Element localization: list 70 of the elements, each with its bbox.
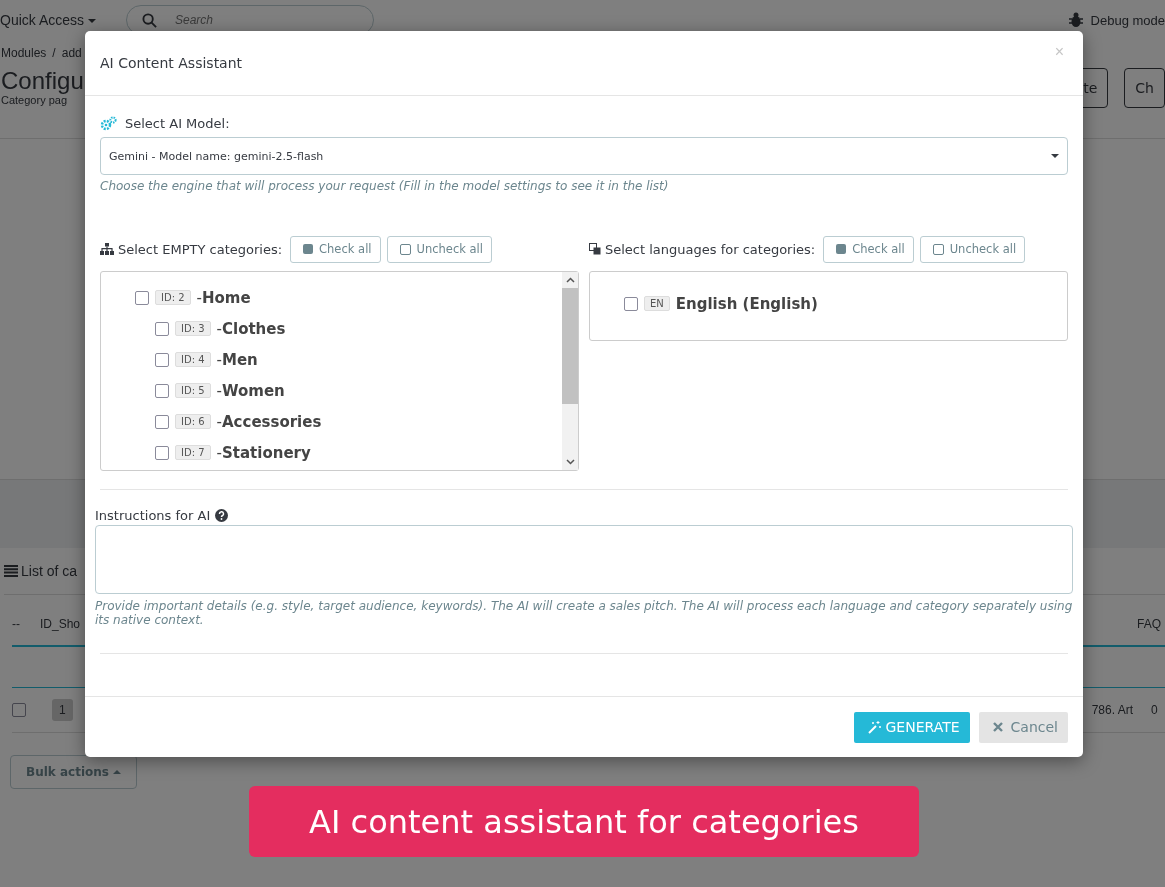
translate-icon xyxy=(589,243,601,255)
bulk-actions-button[interactable]: Bulk actions xyxy=(10,755,138,789)
checkbox[interactable] xyxy=(624,296,638,311)
column-header: -- xyxy=(12,617,21,631)
category-name[interactable]: -Men xyxy=(216,350,258,369)
help-text: Choose the engine that will process your request (Fill in the model settings to see it in the list) xyxy=(100,179,670,193)
page-title: Configu xyxy=(1,68,84,94)
checkbox[interactable] xyxy=(12,703,26,717)
scroll-up-icon[interactable] xyxy=(565,277,575,283)
checkbox[interactable] xyxy=(155,445,169,460)
category-name[interactable]: -Home xyxy=(196,288,251,307)
checkbox[interactable] xyxy=(135,290,149,305)
id-tag: ID: 6 xyxy=(175,414,211,429)
page-subtitle: Category pag xyxy=(1,94,69,106)
promo-banner: AI content assistant for categories xyxy=(249,786,919,857)
checkbox[interactable] xyxy=(155,321,169,336)
category-name[interactable]: -Stationery xyxy=(216,443,311,462)
id-tag: ID: 2 xyxy=(155,290,191,305)
field-label: Select EMPTY categories: xyxy=(118,241,283,257)
empty-box-icon xyxy=(932,243,944,255)
uncheck-all-button[interactable]: Uncheck all xyxy=(386,235,492,263)
column-header: ID_Sho xyxy=(40,617,81,631)
id-badge: 1 xyxy=(52,699,73,721)
instructions-field[interactable] xyxy=(95,525,1073,594)
magic-wand-icon xyxy=(867,720,881,734)
id-tag: ID: 4 xyxy=(175,352,211,367)
scroll-down-icon[interactable] xyxy=(565,459,575,465)
check-all-button[interactable]: Check all xyxy=(823,235,914,263)
help-icon xyxy=(215,509,229,522)
field-label: Select AI Model: xyxy=(125,116,230,131)
table-cell-text: 0 xyxy=(1151,703,1159,717)
empty-box-icon xyxy=(399,243,411,255)
id-tag: ID: 5 xyxy=(175,383,211,398)
category-name[interactable]: -Women xyxy=(216,381,285,400)
close-icon xyxy=(992,722,1003,732)
breadcrumb-link[interactable]: Modules xyxy=(1,46,47,68)
checkbox[interactable] xyxy=(155,352,169,367)
generate-button[interactable]: GENERATE xyxy=(853,711,970,743)
debug-mode-label[interactable]: Debug mode xyxy=(1090,12,1165,28)
panel-title: List of ca xyxy=(21,563,78,579)
list-icon xyxy=(4,565,18,577)
scrollbar[interactable] xyxy=(562,272,578,470)
dialog-title: AI Content Assistant xyxy=(100,55,243,71)
header-button[interactable]: Ch xyxy=(1124,68,1165,108)
language-code: EN xyxy=(644,296,670,311)
model-select[interactable]: Gemini - Model name: gemini-2.5-flash xyxy=(100,137,1068,175)
search-icon xyxy=(142,13,157,28)
id-tag: ID: 3 xyxy=(175,321,211,336)
category-name[interactable]: -Accessories xyxy=(216,412,322,431)
check-all-button[interactable]: Check all xyxy=(290,235,381,263)
table-cell: 786. Art xyxy=(1091,703,1133,717)
id-tag: ID: 7 xyxy=(175,445,211,460)
checked-box-icon xyxy=(836,244,847,254)
checkbox[interactable] xyxy=(155,414,169,429)
uncheck-all-button[interactable]: Uncheck all xyxy=(919,235,1026,263)
field-label: Select languages for categories: xyxy=(605,241,816,257)
gears-icon xyxy=(100,116,117,131)
category-name[interactable]: -Clothes xyxy=(216,319,286,338)
quick-access-menu[interactable]: Quick Access xyxy=(0,12,118,28)
cancel-button[interactable]: Cancel xyxy=(978,711,1068,743)
checked-box-icon xyxy=(303,244,314,254)
breadcrumb-separator: / xyxy=(52,46,56,62)
column-header: FAQ xyxy=(1137,617,1161,631)
bug-icon xyxy=(1068,12,1083,28)
help-text: Provide important details (e.g. style, target audience, keywords). The AI will create a sales pitch. The AI will process each language and category separately using its native context. xyxy=(95,599,1073,627)
breadcrumb-link[interactable]: add xyxy=(61,46,82,68)
language-name[interactable]: English (English) xyxy=(675,294,818,313)
sitemap-icon xyxy=(100,243,114,255)
checkbox[interactable] xyxy=(155,383,169,398)
field-label: Instructions for AI xyxy=(95,508,211,523)
